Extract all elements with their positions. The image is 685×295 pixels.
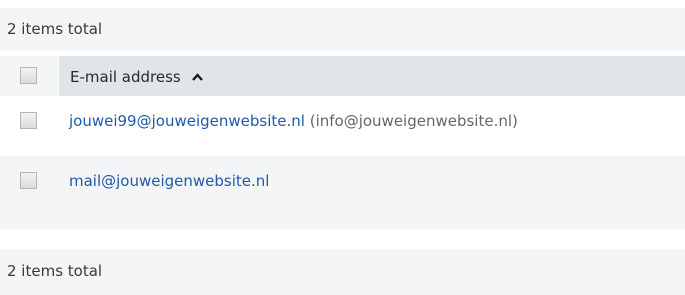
items-total-bottom: 2 items total <box>0 249 685 295</box>
sort-ascending-icon <box>191 56 203 96</box>
select-all-cell <box>0 56 58 96</box>
table-row: jouwei99@jouweigenwebsite.nl (info@jouwe… <box>0 96 685 156</box>
row-checkbox[interactable] <box>20 112 37 129</box>
table-row: mail@jouweigenwebsite.nl <box>0 156 685 229</box>
email-link[interactable]: jouwei99@jouweigenwebsite.nl <box>69 112 305 130</box>
email-link[interactable]: mail@jouweigenwebsite.nl <box>69 172 269 190</box>
table-header-row: E-mail address <box>0 56 685 96</box>
row-checkbox[interactable] <box>20 172 37 189</box>
email-alias: (info@jouweigenwebsite.nl) <box>309 112 518 130</box>
select-all-checkbox[interactable] <box>20 67 37 84</box>
email-table: E-mail address jouwei99@jouweigenwebsite… <box>0 56 685 229</box>
email-cell: jouwei99@jouweigenwebsite.nl (info@jouwe… <box>69 96 518 146</box>
email-column-header[interactable]: E-mail address <box>58 56 685 96</box>
email-cell: mail@jouweigenwebsite.nl <box>69 156 269 206</box>
email-column-label: E-mail address <box>70 68 181 86</box>
items-total-top: 2 items total <box>0 8 685 50</box>
